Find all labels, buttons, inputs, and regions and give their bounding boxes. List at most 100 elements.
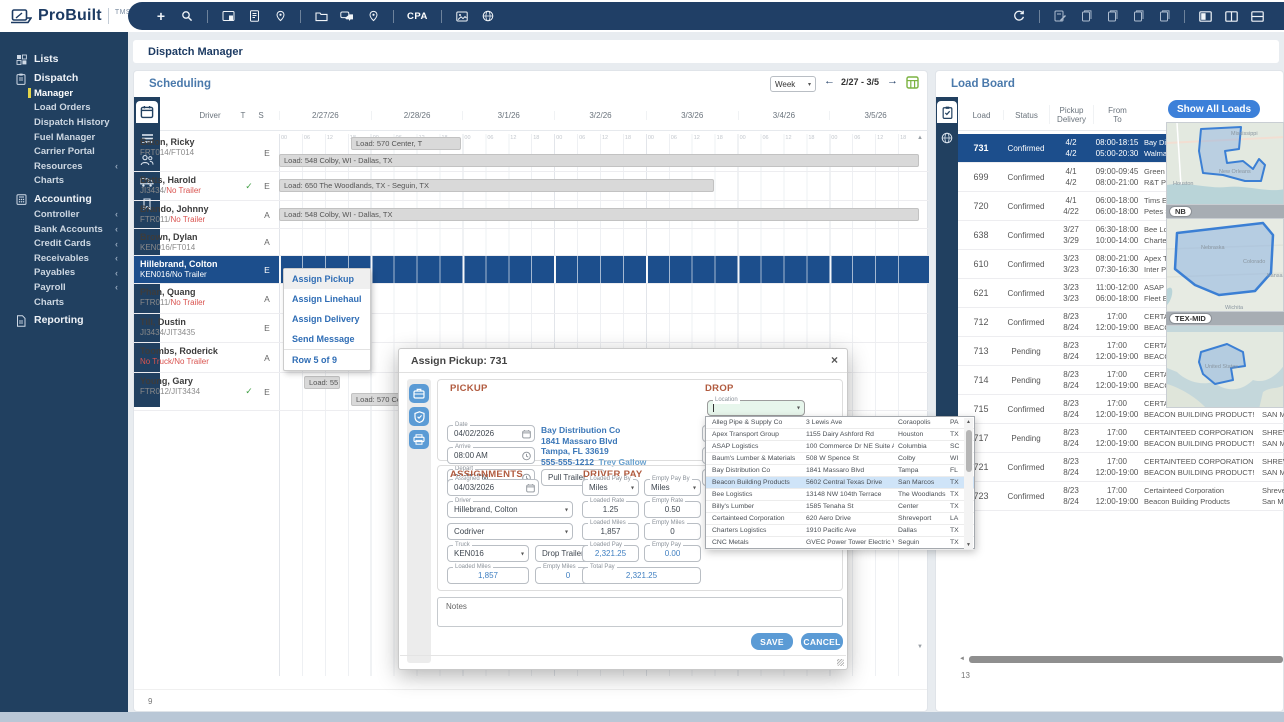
folder-icon[interactable] <box>314 9 328 23</box>
view-select[interactable]: Week ▾ <box>770 76 816 92</box>
save-button[interactable]: SAVE <box>751 633 793 650</box>
sidebar-item-payroll[interactable]: Payroll‹ <box>0 280 128 295</box>
doc-book-icon[interactable] <box>1157 9 1171 23</box>
location-pin-icon[interactable] <box>273 9 287 23</box>
sidebar-item-receivables[interactable]: Receivables‹ <box>0 251 128 266</box>
sidebar-item-manager[interactable]: Manager <box>0 86 128 101</box>
loaded-miles-field[interactable]: Loaded Miles1,857 <box>447 567 529 584</box>
pickup-date-field[interactable]: Date04/02/2026 <box>447 425 535 442</box>
sidebar-item-fuel-manager[interactable]: Fuel Manager <box>0 130 128 145</box>
menu-item-assign-linehaul[interactable]: Assign Linehaul <box>284 289 370 309</box>
driver-row-till-dustin[interactable]: Till, DustinJI3434/JIT3435E <box>134 314 929 343</box>
next-week-button[interactable]: → <box>887 75 898 87</box>
cancel-button[interactable]: CANCEL <box>801 633 843 650</box>
shield-button[interactable] <box>409 407 429 426</box>
modal-title-bar[interactable]: Assign Pickup: 731 <box>399 349 847 373</box>
location-option-apex-transport-group[interactable]: Apex Transport Group1155 Dairy Ashford R… <box>706 429 974 441</box>
layout-columns-icon[interactable] <box>1224 9 1238 23</box>
map-tex-mid[interactable]: United States <box>1166 325 1284 408</box>
calendar-export-icon[interactable] <box>906 76 919 89</box>
pay-loaded-miles-field[interactable]: Loaded Miles1,857 <box>582 523 639 540</box>
map-pin-icon[interactable] <box>366 9 380 23</box>
sidebar-item-dispatch[interactable]: Dispatch <box>0 70 128 86</box>
load-bar[interactable]: Load: 650 The Woodlands, TX - Seguin, TX <box>279 179 714 192</box>
add-icon[interactable]: + <box>154 9 168 23</box>
sidebar-item-reporting[interactable]: Reporting <box>0 312 128 328</box>
driver-row-hillebrand-colton[interactable]: Hillebrand, ColtonKEN016/No TrailerE <box>134 256 929 284</box>
doc-list-icon[interactable] <box>1105 9 1119 23</box>
menu-item-assign-pickup[interactable]: Assign Pickup <box>284 269 370 289</box>
load-bar[interactable]: Load: 548 Colby, WI - Dallas, TX <box>279 154 919 167</box>
location-option-baum-s-lumber-materials[interactable]: Baum's Lumber & Materials508 W Spence St… <box>706 453 974 465</box>
sidebar-item-accounting[interactable]: Accounting <box>0 191 128 207</box>
empty-pay-by-select[interactable]: Empty Pay ByMiles▾ <box>644 479 701 496</box>
dropdown-scrollbar[interactable]: ▲▼ <box>964 418 973 549</box>
menu-item-assign-delivery[interactable]: Assign Delivery <box>284 309 370 329</box>
sidebar-item-payables[interactable]: Payables‹ <box>0 266 128 281</box>
search-icon[interactable] <box>180 9 194 23</box>
horizontal-scrollbar[interactable]: ◄ <box>959 656 1283 664</box>
location-option-beacon-building-products[interactable]: Beacon Building Products5602 Central Tex… <box>706 477 974 489</box>
location-option-bee-logistics[interactable]: Bee Logistics13148 NW 104th TerraceThe W… <box>706 489 974 501</box>
scrollbar-thumb[interactable] <box>969 656 1283 663</box>
total-pay-field[interactable]: Total Pay2,321.25 <box>582 567 701 584</box>
sidebar-item-load-orders[interactable]: Load Orders <box>0 101 128 116</box>
driver-timeline[interactable] <box>279 229 921 255</box>
truck-select[interactable]: TruckKEN016▾ <box>447 545 529 562</box>
driver-timeline[interactable] <box>279 284 921 313</box>
pickup-details-button[interactable] <box>409 384 429 403</box>
layout-rows-icon[interactable] <box>1250 9 1264 23</box>
layout-split-icon[interactable] <box>1198 9 1212 23</box>
calendar-tab-icon[interactable] <box>136 101 158 123</box>
doc-grid-icon[interactable] <box>1079 9 1093 23</box>
map-louisiana[interactable]: MississippiNew OrleansHouston <box>1166 122 1284 205</box>
loaded-rate-field[interactable]: Loaded Rate1.25 <box>582 501 639 518</box>
scroll-left-icon[interactable]: ◄ <box>959 656 965 662</box>
doc-sign-icon[interactable] <box>1053 9 1067 23</box>
scroll-down-icon[interactable]: ▼ <box>964 542 973 548</box>
driver-row-baton-ricky[interactable]: Baton, RickyFRT014/FT014ELoad: 570 Cente… <box>134 134 929 172</box>
location-option-bay-distribution-co[interactable]: Bay Distribution Co1841 Massaro BlvdTamp… <box>706 465 974 477</box>
load-row-723[interactable]: 723Confirmed8/238/2417:0012:00-19:00Cert… <box>958 482 1284 511</box>
print-button[interactable] <box>409 430 429 449</box>
location-option-alleg-pipe-supply-co[interactable]: Alleg Pipe & Supply Co3 Lewis AveCoraopo… <box>706 417 974 429</box>
load-bar[interactable]: Load: 55 <box>304 376 340 389</box>
menu-item-send-message[interactable]: Send Message <box>284 329 370 349</box>
location-option-certainteed-corporation[interactable]: Certainteed Corporation620 Aero DriveShr… <box>706 513 974 525</box>
codriver-select[interactable]: Codriver▾ <box>447 523 573 540</box>
driver-timeline[interactable]: Load: 548 Colby, WI - Dallas, TX <box>279 201 921 228</box>
driver-row-brando-johnny[interactable]: Brando, JohnnyFTR011/No TrailerALoad: 54… <box>134 201 929 229</box>
sidebar-item-lists[interactable]: Lists <box>0 51 128 67</box>
document-icon[interactable] <box>247 9 261 23</box>
sidebar-item-controller[interactable]: Controller‹ <box>0 207 128 222</box>
pickup-arrive-field[interactable]: Arrive08:00 AM <box>447 447 535 464</box>
scroll-down-icon[interactable]: ▼ <box>917 644 923 650</box>
empty-pay-field[interactable]: Empty Pay0.00 <box>644 545 701 562</box>
loaded-pay-by-select[interactable]: Loaded Pay ByMiles▾ <box>582 479 639 496</box>
location-option-billy-s-lumber[interactable]: Billy's Lumber1585 Tenaha StCenterTX <box>706 501 974 513</box>
sidebar-item-carrier-portal[interactable]: Carrier Portal <box>0 144 128 159</box>
location-option-asap-logistics[interactable]: ASAP Logistics100 Commerce Dr NE Suite A… <box>706 441 974 453</box>
drop-location-select[interactable]: Location▾ <box>707 400 805 416</box>
sidebar-item-dispatch-history[interactable]: Dispatch History <box>0 115 128 130</box>
driver-row-brown-dylan[interactable]: Brown, DylanKEN016/FT014A <box>134 229 929 256</box>
loaded-pay-field[interactable]: Loaded Pay2,321.25 <box>582 545 639 562</box>
map-nb-region[interactable]: NebraskaColoradoKansasWichita <box>1166 218 1284 312</box>
close-icon[interactable]: × <box>831 353 838 367</box>
sidebar-item-resources[interactable]: Resources‹ <box>0 159 128 174</box>
load-bar[interactable]: Load: 570 Center, T <box>351 137 461 150</box>
location-option-charters-logistics[interactable]: Charters Logistics1910 Pacific AveDallas… <box>706 525 974 537</box>
resize-handle[interactable] <box>837 659 844 666</box>
refresh-icon[interactable] <box>1012 9 1026 23</box>
location-option-cnc-metals[interactable]: CNC MetalsGVEC Power Tower Electric V...… <box>706 537 974 549</box>
notes-input[interactable]: Notes <box>437 597 843 627</box>
loads-tab-icon[interactable] <box>937 101 957 123</box>
prev-week-button[interactable]: ← <box>824 75 835 87</box>
driver-row-betts-harold[interactable]: Betts, HaroldJI3434/No Trailer✓ELoad: 65… <box>134 172 929 201</box>
show-all-loads-button[interactable]: Show All Loads <box>1168 100 1260 118</box>
chat-icon[interactable] <box>340 9 354 23</box>
driver-row-phan-quang[interactable]: Phan, QuangFTR011/No TrailerA <box>134 284 929 314</box>
globe-icon[interactable] <box>481 9 495 23</box>
sidebar-item-credit-cards[interactable]: Credit Cards‹ <box>0 236 128 251</box>
sidebar-item-charts[interactable]: Charts <box>0 295 128 310</box>
